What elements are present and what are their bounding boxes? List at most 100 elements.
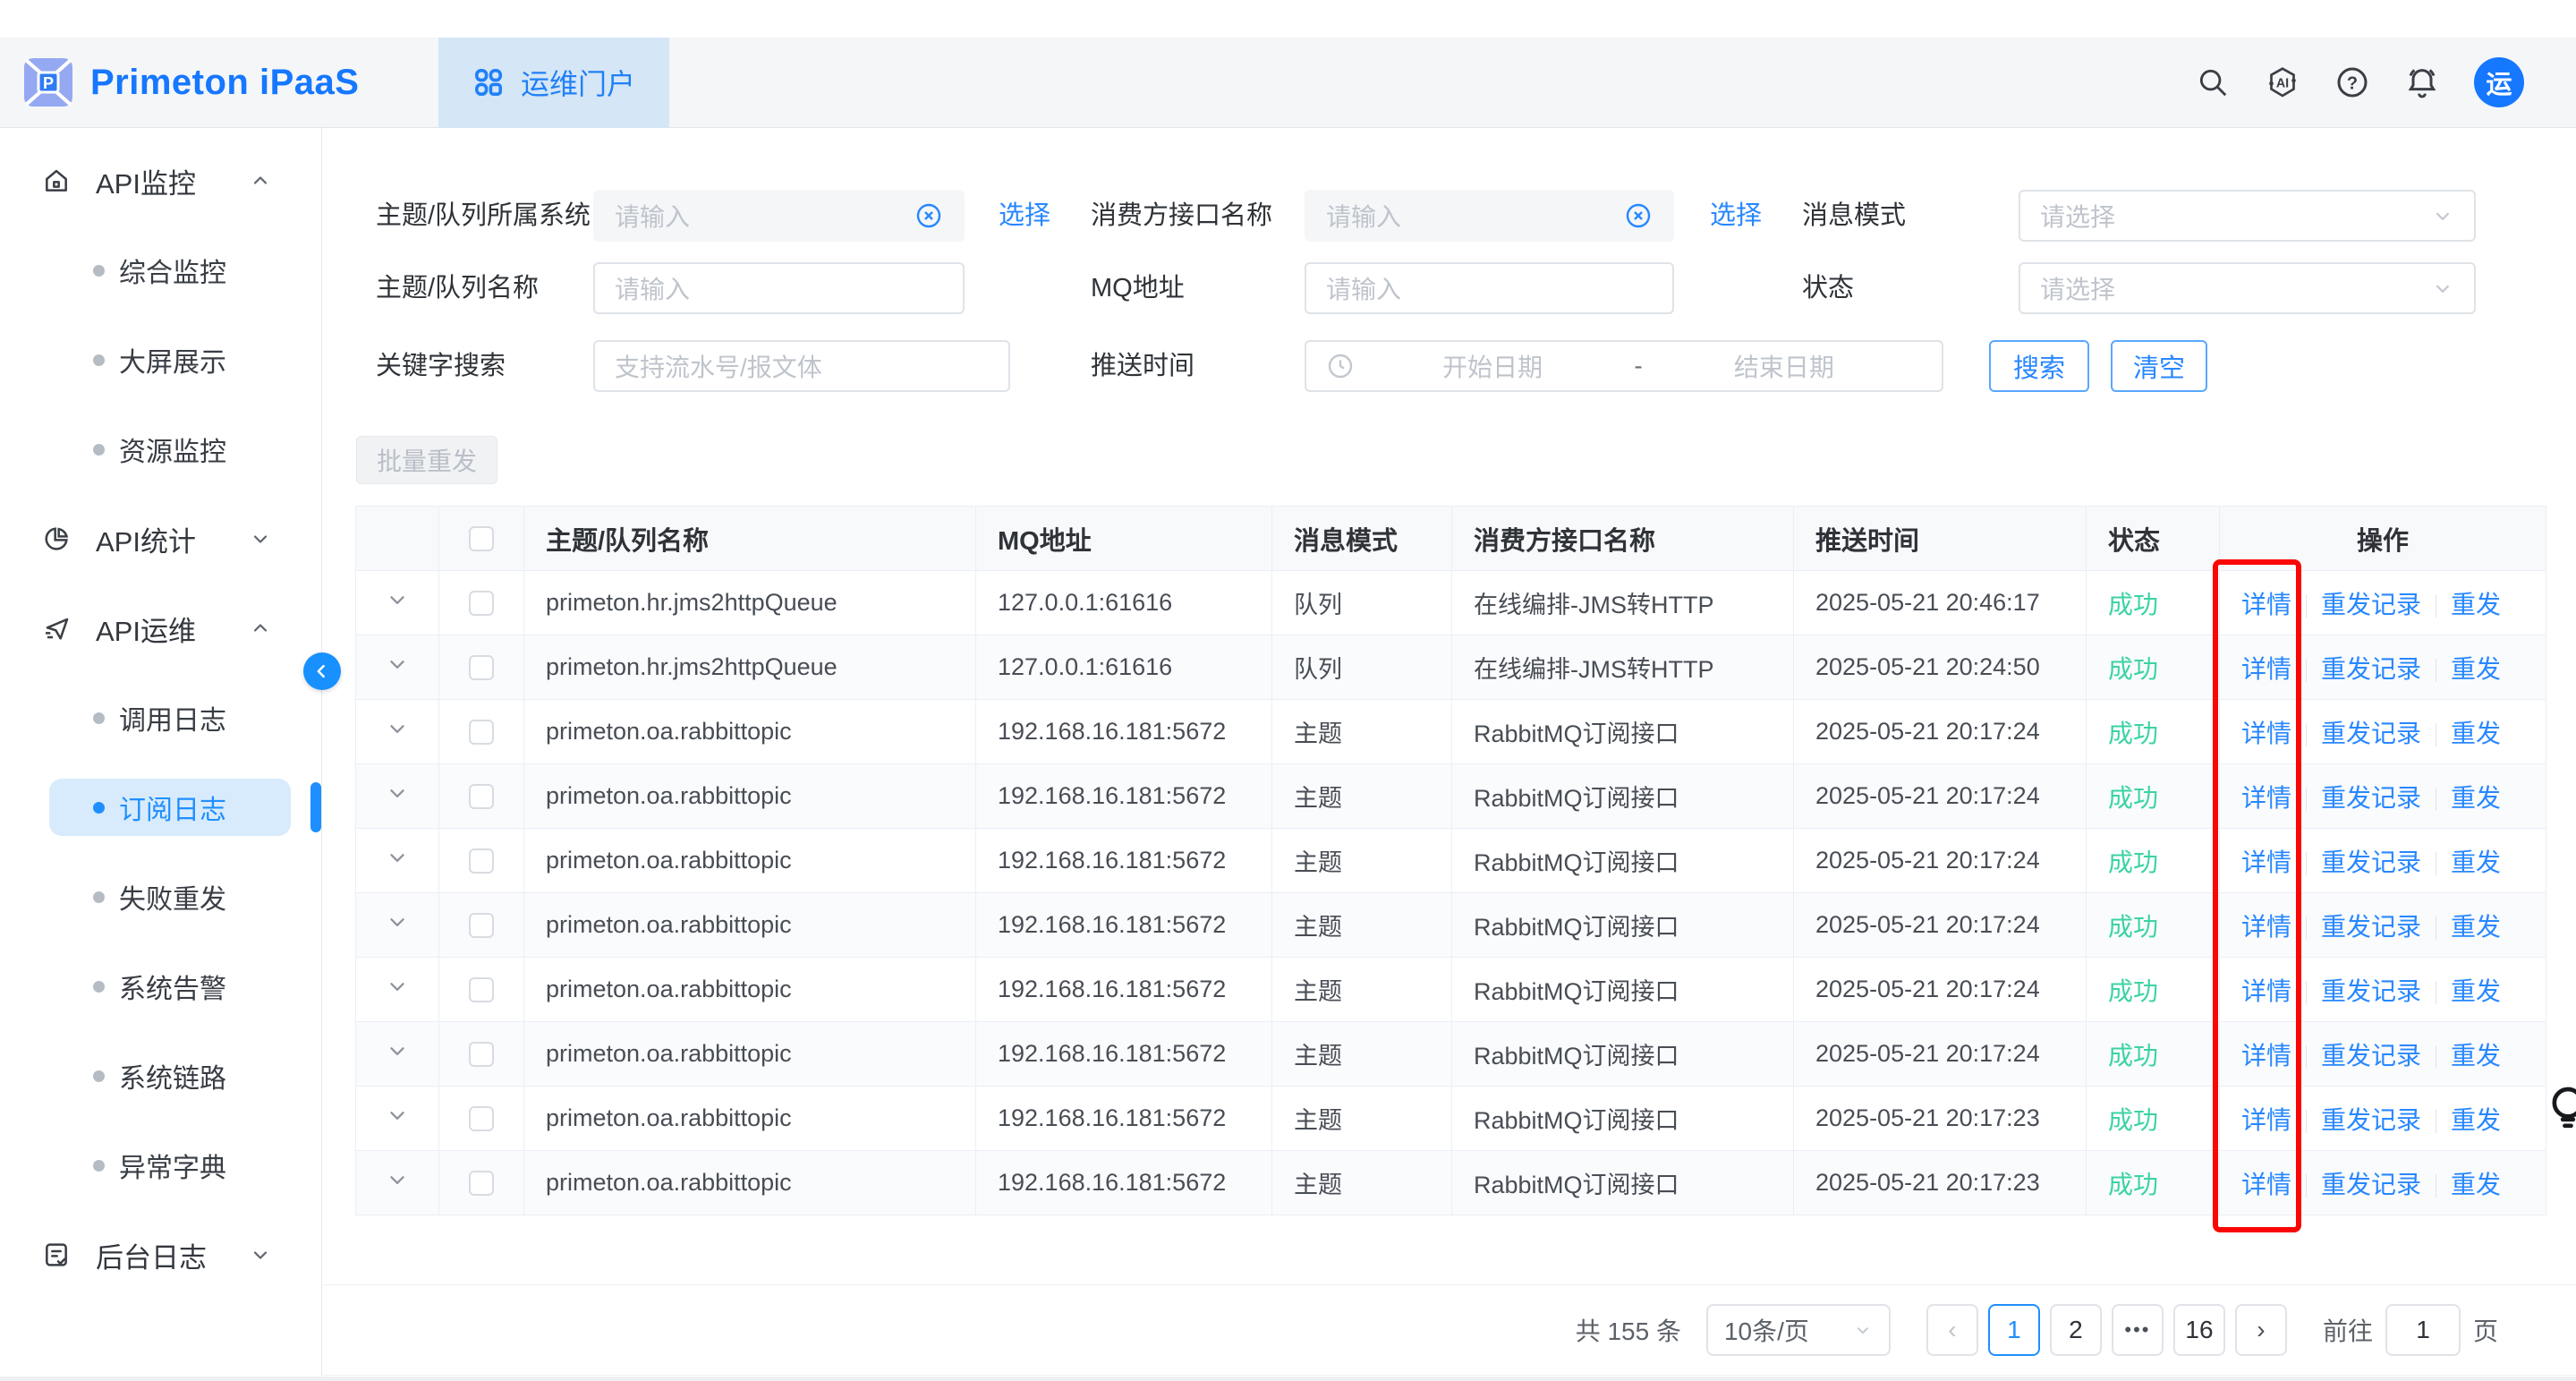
sidebar-group-0[interactable]: API监控: [0, 136, 321, 226]
row-checkbox[interactable]: [469, 1171, 494, 1196]
queue-name-input[interactable]: 请输入: [593, 262, 965, 314]
sidebar-group-5[interactable]: API运维: [0, 584, 321, 673]
select-all-checkbox[interactable]: [469, 526, 494, 551]
detail-link[interactable]: 详情: [2241, 1042, 2291, 1070]
tab-ops-portal[interactable]: 运维门户: [438, 38, 669, 128]
detail-link[interactable]: 详情: [2241, 913, 2291, 941]
detail-link[interactable]: 详情: [2241, 655, 2291, 683]
next-page-button[interactable]: ›: [2235, 1304, 2287, 1356]
expand-row-icon[interactable]: [386, 652, 409, 676]
expand-row-icon[interactable]: [386, 588, 409, 611]
resend-record-link[interactable]: 重发记录: [2321, 1171, 2421, 1198]
row-checkbox[interactable]: [469, 784, 494, 809]
resend-record-link[interactable]: 重发记录: [2321, 591, 2421, 618]
expand-row-icon[interactable]: [386, 781, 409, 805]
detail-link[interactable]: 详情: [2241, 1171, 2291, 1198]
sidebar-item-9[interactable]: 系统告警: [0, 942, 321, 1031]
system-select-link[interactable]: 选择: [999, 190, 1050, 242]
sidebar-group-4[interactable]: API统计: [0, 494, 321, 584]
clear-circle-icon[interactable]: [914, 201, 943, 230]
row-checkbox[interactable]: [469, 1106, 494, 1131]
row-checkbox[interactable]: [469, 913, 494, 938]
sidebar-item-8[interactable]: 失败重发: [0, 852, 321, 942]
sidebar-item-6[interactable]: 调用日志: [0, 673, 321, 763]
expand-row-icon[interactable]: [386, 1168, 409, 1191]
page-button-16[interactable]: 16: [2173, 1304, 2225, 1356]
detail-link[interactable]: 详情: [2241, 784, 2291, 812]
help-icon[interactable]: ?: [2334, 64, 2370, 100]
consumer-input[interactable]: 请输入: [1305, 190, 1674, 242]
mq-address-input[interactable]: 请输入: [1305, 262, 1674, 314]
resend-record-link[interactable]: 重发记录: [2321, 720, 2421, 747]
sidebar-item-2[interactable]: 大屏展示: [0, 315, 321, 405]
clear-circle-icon[interactable]: [1624, 201, 1653, 230]
bell-icon[interactable]: [2404, 64, 2440, 100]
detail-link[interactable]: 详情: [2241, 720, 2291, 747]
detail-link[interactable]: 详情: [2241, 848, 2291, 876]
page-button-1[interactable]: 1: [1988, 1304, 2040, 1356]
row-checkbox[interactable]: [469, 848, 494, 874]
resend-link[interactable]: 重发: [2451, 720, 2501, 747]
consumer-select-link[interactable]: 选择: [1710, 190, 1762, 242]
more-pages-button[interactable]: •••: [2112, 1304, 2164, 1356]
status-select[interactable]: 请选择: [2019, 262, 2476, 314]
expand-row-icon[interactable]: [386, 975, 409, 998]
row-checkbox[interactable]: [469, 655, 494, 680]
resend-link[interactable]: 重发: [2451, 848, 2501, 876]
row-checkbox[interactable]: [469, 591, 494, 616]
user-avatar[interactable]: 运: [2474, 57, 2524, 107]
page-button-2[interactable]: 2: [2050, 1304, 2102, 1356]
resend-link[interactable]: 重发: [2451, 1042, 2501, 1070]
goto-page-input[interactable]: 1: [2385, 1304, 2461, 1356]
row-checkbox[interactable]: [469, 977, 494, 1002]
expand-row-icon[interactable]: [386, 910, 409, 933]
detail-link[interactable]: 详情: [2241, 977, 2291, 1005]
resend-link[interactable]: 重发: [2451, 655, 2501, 683]
resend-record-link[interactable]: 重发记录: [2321, 655, 2421, 683]
expand-row-icon[interactable]: [386, 717, 409, 740]
lightbulb-icon[interactable]: [2543, 1083, 2576, 1133]
search-icon[interactable]: [2195, 64, 2231, 100]
resend-link[interactable]: 重发: [2451, 1106, 2501, 1134]
sidebar-group-12[interactable]: 后台日志: [0, 1210, 321, 1300]
sidebar-item-1[interactable]: 综合监控: [0, 226, 321, 315]
expand-row-icon[interactable]: [386, 1039, 409, 1062]
ai-icon[interactable]: AI: [2265, 64, 2300, 100]
resend-record-link[interactable]: 重发记录: [2321, 848, 2421, 876]
push-time-range-input[interactable]: 开始日期 - 结束日期: [1305, 340, 1943, 392]
resend-record-link[interactable]: 重发记录: [2321, 977, 2421, 1005]
resend-link[interactable]: 重发: [2451, 1171, 2501, 1198]
keyword-input[interactable]: 支持流水号/报文体: [593, 340, 1010, 392]
resend-link[interactable]: 重发: [2451, 591, 2501, 618]
resend-record-link[interactable]: 重发记录: [2321, 1106, 2421, 1134]
bullet-icon: [93, 354, 105, 366]
cell-queue-name: primeton.oa.rabbittopic: [524, 829, 976, 893]
expand-row-icon[interactable]: [386, 1104, 409, 1127]
cell-message-mode: 主题: [1272, 958, 1452, 1022]
resend-record-link[interactable]: 重发记录: [2321, 1042, 2421, 1070]
sidebar-item-10[interactable]: 系统链路: [0, 1031, 321, 1121]
search-button[interactable]: 搜索: [1989, 340, 2089, 392]
resend-record-link[interactable]: 重发记录: [2321, 784, 2421, 812]
cell-message-mode: 主题: [1272, 700, 1452, 764]
sidebar-item-3[interactable]: 资源监控: [0, 405, 321, 494]
clear-button[interactable]: 清空: [2111, 340, 2207, 392]
sidebar-item-7[interactable]: 订阅日志: [0, 763, 321, 852]
batch-resend-button[interactable]: 批量重发: [356, 436, 497, 484]
resend-link[interactable]: 重发: [2451, 784, 2501, 812]
row-checkbox[interactable]: [469, 720, 494, 745]
message-mode-select[interactable]: 请选择: [2019, 190, 2476, 242]
system-input[interactable]: 请输入: [593, 190, 965, 242]
page-size-select[interactable]: 10条/页: [1706, 1304, 1891, 1356]
resend-record-link[interactable]: 重发记录: [2321, 913, 2421, 941]
prev-page-button[interactable]: ‹: [1926, 1304, 1978, 1356]
row-checkbox[interactable]: [469, 1042, 494, 1067]
sidebar-collapse-button[interactable]: [303, 652, 341, 690]
sidebar-item-11[interactable]: 异常字典: [0, 1121, 321, 1210]
resend-link[interactable]: 重发: [2451, 913, 2501, 941]
resend-link[interactable]: 重发: [2451, 977, 2501, 1005]
detail-link[interactable]: 详情: [2241, 591, 2291, 618]
status-badge: 成功: [2087, 1022, 2220, 1087]
detail-link[interactable]: 详情: [2241, 1106, 2291, 1134]
expand-row-icon[interactable]: [386, 846, 409, 869]
